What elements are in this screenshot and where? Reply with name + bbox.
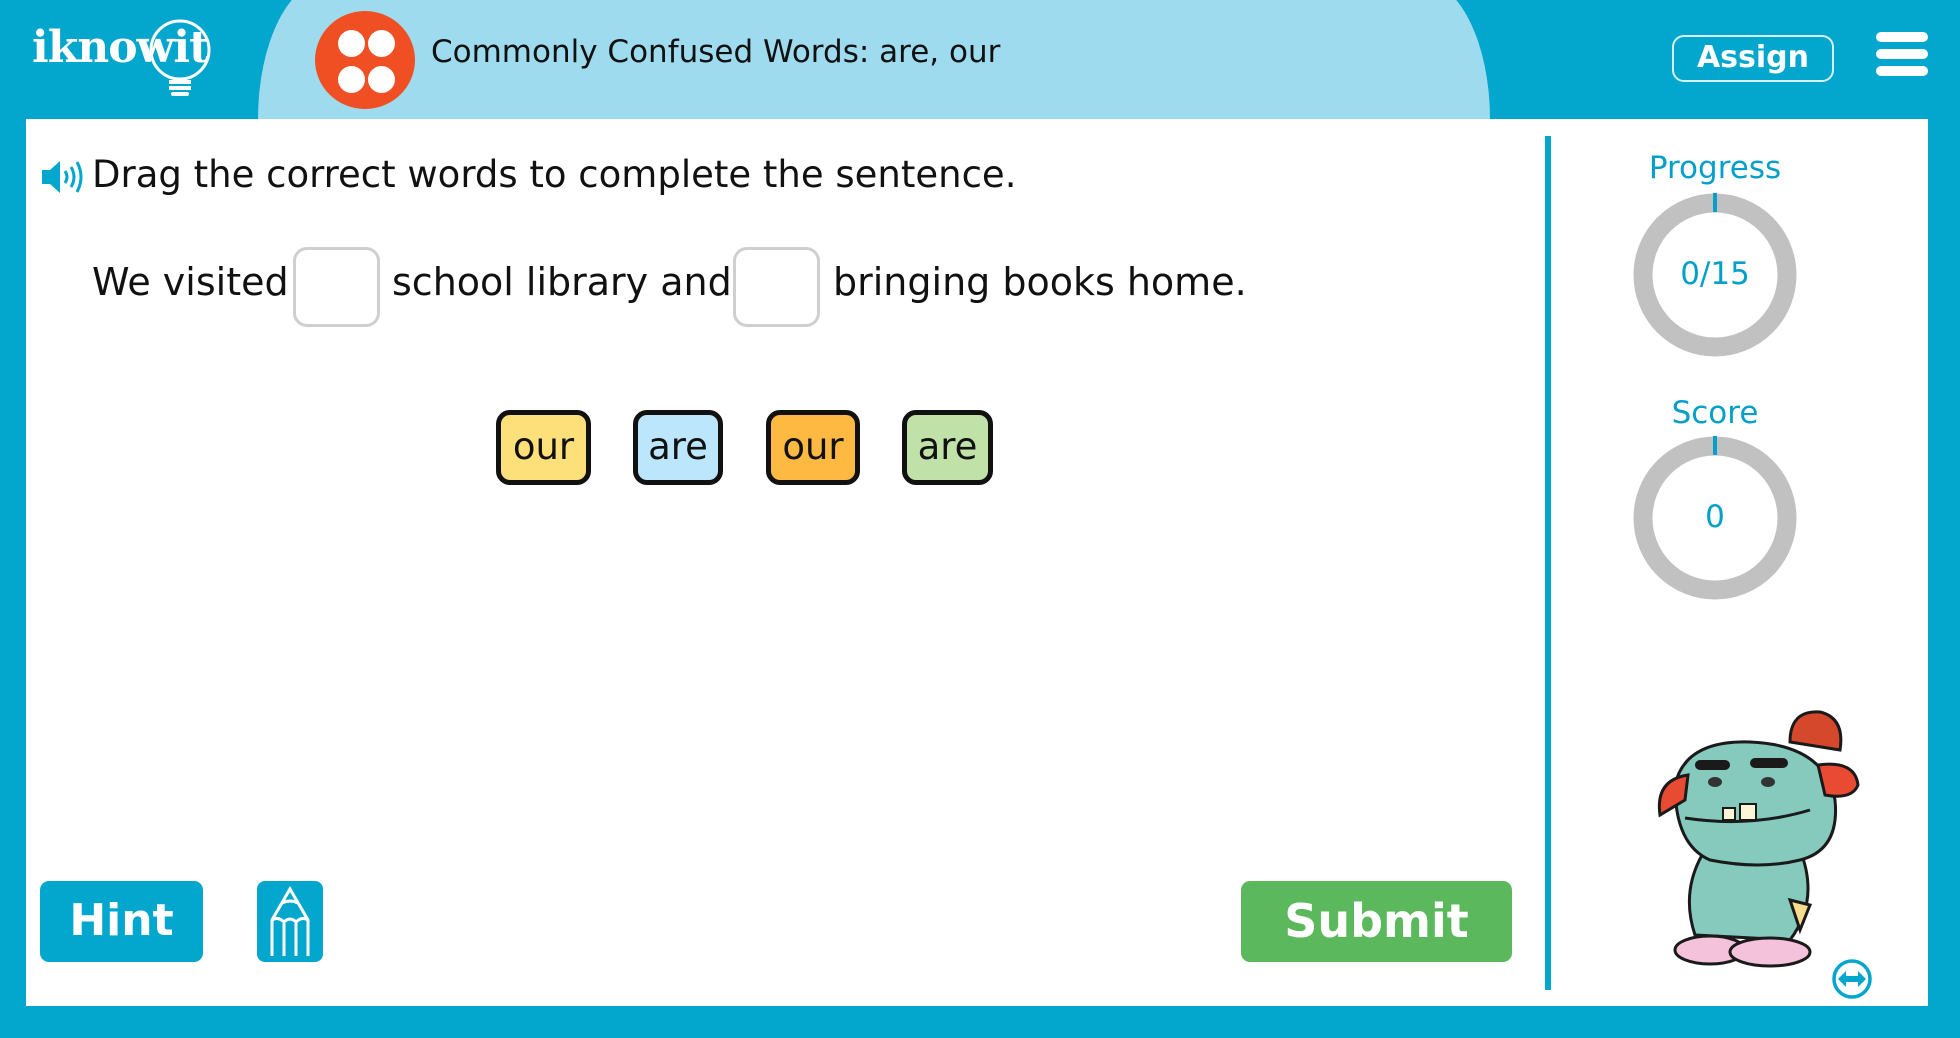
pencil-icon [270,886,310,956]
score-ring-indicator [1713,436,1717,455]
progress-label: Progress [1648,150,1782,186]
lesson-title: Commonly Confused Words: are, our [431,34,1001,70]
word-tile-are-1[interactable]: are [633,410,723,485]
word-tile-our-2[interactable]: our [766,410,860,485]
sentence-part-1: We visited [92,260,289,304]
word-tile-our-1[interactable]: our [496,410,591,485]
speaker-icon[interactable] [40,158,86,196]
progress-value: 0/15 [1680,256,1750,292]
expand-arrows-icon[interactable] [1831,958,1873,1000]
word-tile-are-2[interactable]: are [902,410,993,485]
sidebar-divider [1545,136,1551,990]
hint-button[interactable]: Hint [40,881,203,962]
lightbulb-logo-icon [149,19,211,96]
answer-blank-1[interactable] [293,247,380,327]
score-value: 0 [1705,499,1725,535]
monster-mascot [1657,710,1860,968]
assign-button[interactable]: Assign [1672,35,1834,82]
scratchpad-button[interactable] [257,881,323,962]
sentence-part-2: school library and [392,260,732,304]
score-label: Score [1671,395,1759,431]
four-dots-icon [315,11,415,109]
sentence-part-3: bringing books home. [833,260,1247,304]
progress-ring-indicator [1713,193,1717,212]
hamburger-menu-icon[interactable] [1876,32,1928,78]
submit-button[interactable]: Submit [1241,881,1512,962]
instruction-text: Drag the correct words to complete the s… [92,153,1017,196]
answer-blank-2[interactable] [733,247,820,327]
